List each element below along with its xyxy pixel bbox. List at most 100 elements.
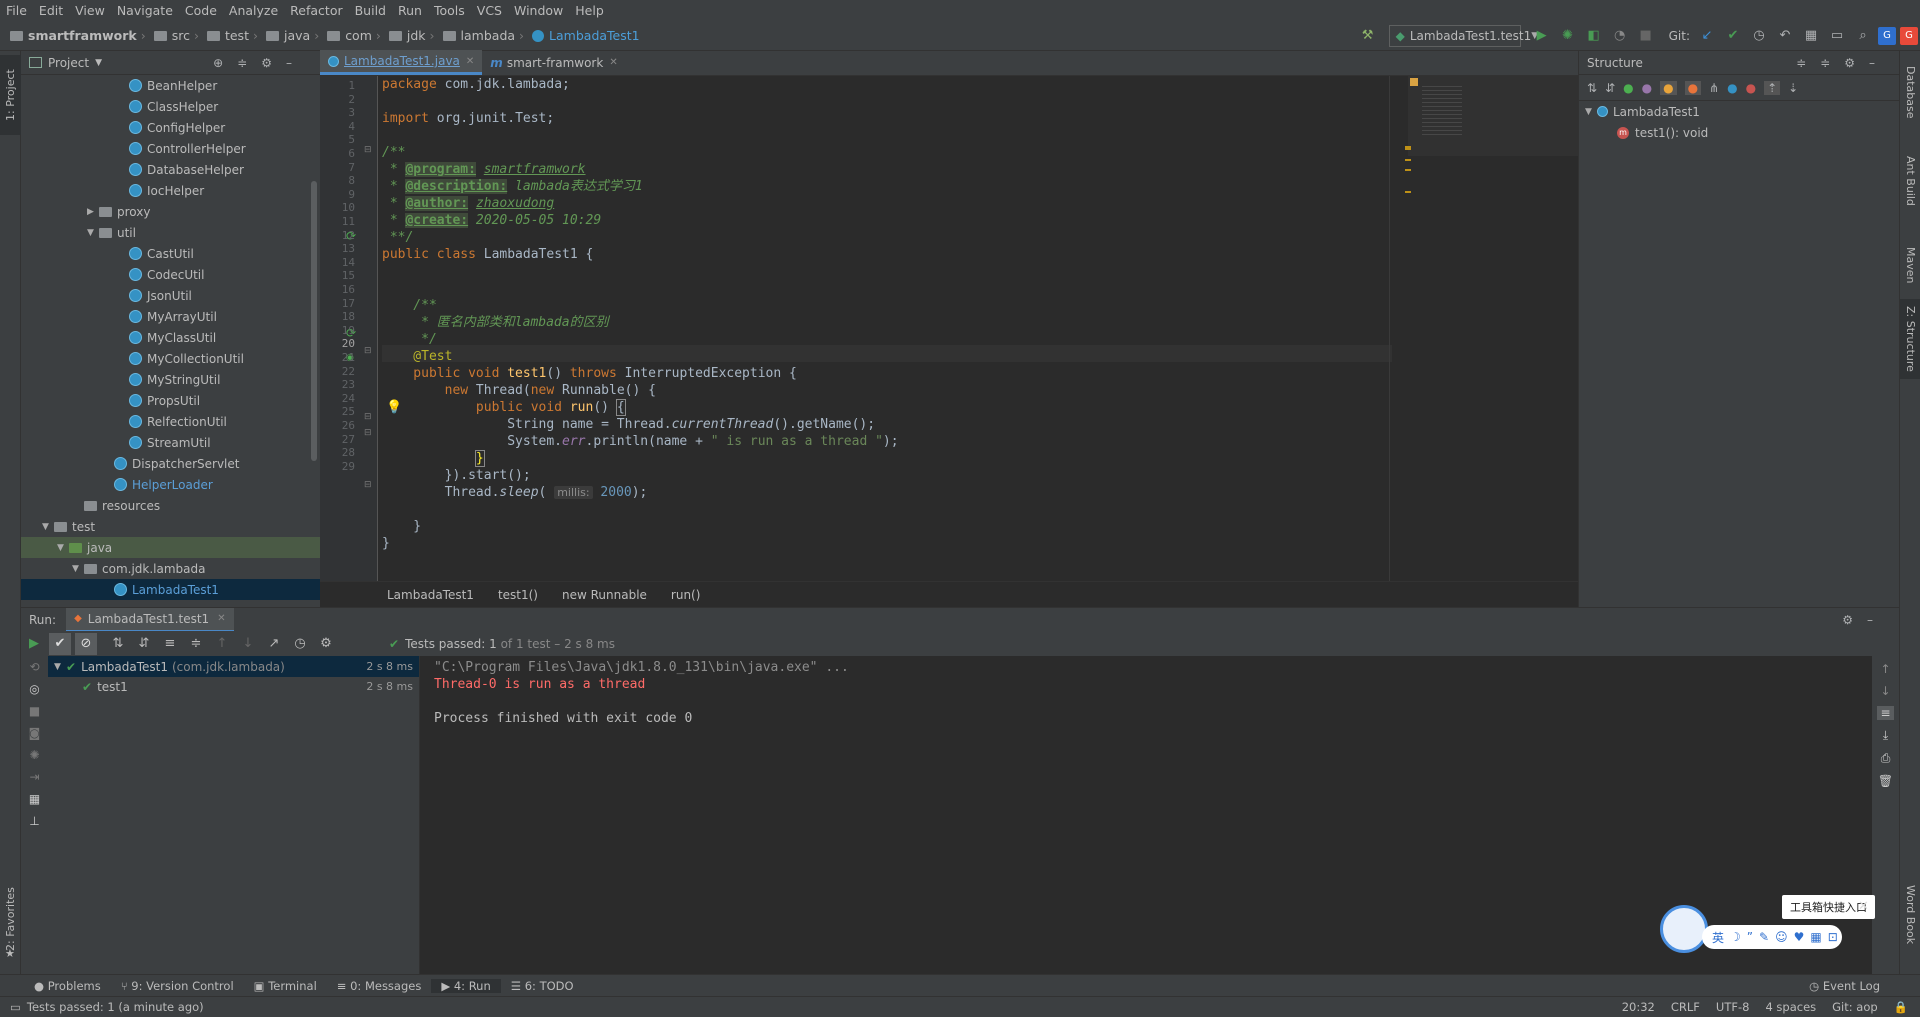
code-content[interactable]: package com.jdk.lambada; import org.juni… xyxy=(382,76,1392,581)
tree-item[interactable]: ▼ com.jdk.lambada xyxy=(21,558,320,579)
hammer-build-icon[interactable]: ⚒ xyxy=(1357,25,1379,47)
rerun-failed-icon[interactable]: ⟲ xyxy=(29,660,39,674)
show-nonpublic-icon[interactable]: ● xyxy=(1684,80,1702,95)
indent-setting[interactable]: 4 spaces xyxy=(1765,1000,1816,1014)
ime-lang[interactable]: 英 xyxy=(1712,929,1724,946)
collapse-all-icon[interactable]: ≑ xyxy=(185,633,207,655)
breadcrumb-item[interactable]: smartframwork › xyxy=(8,28,152,43)
emoji-icon[interactable]: ☺ xyxy=(1775,930,1788,944)
print-icon[interactable]: ⎙ xyxy=(1881,751,1891,766)
ant-tool-tab[interactable]: Ant Build xyxy=(1900,141,1920,221)
breadcrumb-item[interactable]: java › xyxy=(264,28,325,43)
editor-breadcrumb-item[interactable]: test1() xyxy=(498,588,538,602)
panel-tools[interactable]: ⊕≑⚙– xyxy=(213,56,306,70)
breadcrumb-item[interactable]: com › xyxy=(325,28,387,43)
menu-item[interactable]: Tools xyxy=(428,0,471,21)
chevron-down-icon[interactable]: ▼ xyxy=(95,58,102,68)
ime-avatar[interactable] xyxy=(1660,905,1708,953)
tree-item[interactable]: HelperLoader xyxy=(21,474,320,495)
moon-icon[interactable]: ☽ xyxy=(1730,930,1741,944)
tree-item[interactable]: DispatcherServlet xyxy=(21,453,320,474)
tree-item[interactable]: ConfigHelper xyxy=(21,117,320,138)
expand-arrow-icon[interactable]: ▼ xyxy=(42,522,54,532)
grid-icon[interactable]: ▦ xyxy=(1810,930,1821,944)
expand-arrow-icon[interactable]: ▼ xyxy=(87,228,99,238)
tree-item[interactable]: LambadaTest1 xyxy=(21,579,320,600)
project-structure-icon[interactable]: ▦ xyxy=(1800,25,1822,47)
tab-messages[interactable]: ≡ 0: Messages xyxy=(327,979,432,993)
test-suite-row[interactable]: ▼ ✔ LambadaTest1 (com.jdk.lambada) 2 s 8 … xyxy=(48,656,419,677)
editor-breadcrumb-item[interactable]: LambadaTest1 xyxy=(387,588,474,602)
menu-item[interactable]: Window xyxy=(508,0,569,21)
tree-item[interactable]: ▶ proxy xyxy=(21,201,320,222)
file-encoding[interactable]: UTF-8 xyxy=(1716,1000,1750,1014)
project-panel-title[interactable]: Project xyxy=(48,56,89,70)
expand-arrow-icon[interactable]: ▶ xyxy=(87,207,99,217)
fold-icon[interactable]: ⊟ xyxy=(364,145,372,155)
close-icon[interactable]: ✕ xyxy=(1858,899,1869,914)
wordbook-tool-tab[interactable]: Word Book xyxy=(1900,875,1920,955)
tab-version-control[interactable]: ⑂ 9: Version Control xyxy=(111,979,244,993)
trash-icon[interactable]: 🗑 xyxy=(1878,774,1893,788)
bug-icon[interactable]: ✺ xyxy=(29,748,39,762)
anonymous-icon[interactable]: ● xyxy=(1727,81,1737,95)
show-lambdas-icon[interactable]: ⋔ xyxy=(1709,81,1719,95)
sort-visibility-icon[interactable]: ⇵ xyxy=(1605,81,1615,95)
tree-item[interactable]: DatabaseHelper xyxy=(21,159,320,180)
tree-item[interactable]: RelfectionUtil xyxy=(21,411,320,432)
exclude-icon[interactable]: ● xyxy=(1746,81,1756,95)
tree-item[interactable]: MyClassUtil xyxy=(21,327,320,348)
tree-item[interactable]: ClassHelper xyxy=(21,96,320,117)
skin-icon[interactable]: ♥ xyxy=(1794,930,1805,944)
rerun-icon[interactable]: ▶ xyxy=(23,633,45,655)
fold-icon[interactable]: ⊟ xyxy=(364,428,372,438)
tree-item[interactable]: PropsUtil xyxy=(21,390,320,411)
tab-run[interactable]: ▶ 4: Run xyxy=(431,978,501,993)
show-inherited-icon[interactable]: ● xyxy=(1623,81,1633,95)
expand-arrow-icon[interactable]: ▼ xyxy=(72,564,84,574)
tree-item[interactable]: CastUtil xyxy=(21,243,320,264)
tree-item[interactable]: MyCollectionUtil xyxy=(21,348,320,369)
tree-item[interactable]: JsonUtil xyxy=(21,285,320,306)
editor-breadcrumb-item[interactable]: new Runnable xyxy=(562,588,647,602)
tab-smart-framwork[interactable]: m smart-framwork ✕ xyxy=(482,50,625,75)
git-branch[interactable]: Git: aop xyxy=(1832,1000,1878,1014)
soft-wrap-icon[interactable]: ≡ xyxy=(1877,706,1894,720)
profile-icon[interactable]: ◔ xyxy=(1609,25,1631,47)
structure-tools[interactable]: ≑≑⚙– xyxy=(1796,56,1889,70)
menu-item[interactable]: VCS xyxy=(471,0,508,21)
fold-icon[interactable]: ⊟ xyxy=(364,346,372,356)
menu-item[interactable]: Edit xyxy=(33,0,69,21)
menu-item[interactable]: File xyxy=(0,0,33,21)
favorites-tool-tab[interactable]: 2: Favorites xyxy=(0,883,21,955)
structure-tool-tab[interactable]: Z: Structure xyxy=(1900,299,1920,379)
menu-item[interactable]: Help xyxy=(569,0,610,21)
search-icon[interactable]: ⌕ xyxy=(1852,25,1874,47)
tree-item[interactable]: ▼ test xyxy=(21,516,320,537)
menu-item[interactable]: Analyze xyxy=(223,0,284,21)
stop-icon[interactable]: ■ xyxy=(29,704,40,718)
run-tab[interactable]: ◆ LambadaTest1.test1 ✕ xyxy=(66,607,234,632)
breadcrumb-item[interactable]: lambada › xyxy=(441,28,531,43)
tree-item[interactable]: CodecUtil xyxy=(21,264,320,285)
run-icon[interactable]: ▶ xyxy=(1531,25,1553,47)
breadcrumb-item[interactable]: LambadaTest1 xyxy=(530,28,642,43)
tool-icon[interactable]: ✎ xyxy=(1759,930,1769,944)
export-icon[interactable]: ↗ xyxy=(263,633,285,655)
autoscroll-to-icon[interactable]: ⇡ xyxy=(1764,80,1781,95)
lock-icon[interactable]: 🔒 xyxy=(1894,1000,1908,1014)
event-log-tab[interactable]: ◷ Event Log xyxy=(1799,979,1890,993)
line-separator[interactable]: CRLF xyxy=(1671,1000,1700,1014)
editor-breadcrumb-item[interactable]: run() xyxy=(671,588,701,602)
minimap[interactable] xyxy=(1408,76,1578,156)
sort-duration-icon[interactable]: ⇵ xyxy=(133,633,155,655)
breadcrumb-item[interactable]: test › xyxy=(205,28,264,43)
exit-icon[interactable]: ⇥ xyxy=(29,770,39,784)
layout-icon[interactable]: ▦ xyxy=(29,792,40,806)
fold-icon[interactable]: ⊟ xyxy=(364,480,372,490)
close-icon[interactable]: ✕ xyxy=(466,56,474,67)
google-icon[interactable]: G xyxy=(1900,26,1918,45)
structure-child[interactable]: m test1(): void xyxy=(1579,122,1899,143)
caret-position[interactable]: 20:32 xyxy=(1622,1000,1655,1014)
tab-todo[interactable]: ☰ 6: TODO xyxy=(501,979,584,993)
